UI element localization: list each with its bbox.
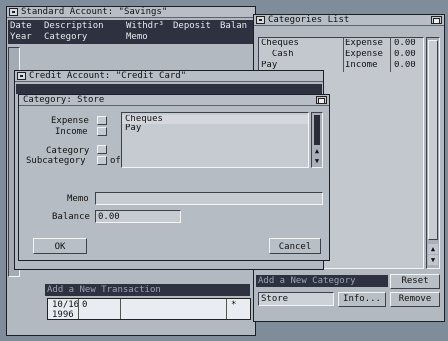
category-type: Income [345, 61, 378, 70]
category-name: Cash [261, 50, 294, 59]
income-checkbox[interactable] [97, 127, 107, 136]
parent-category-list[interactable]: Cheques Pay [121, 112, 309, 168]
column-description[interactable]: Description [44, 21, 104, 31]
entry-divider [120, 299, 121, 319]
expense-label: Expense [51, 116, 89, 126]
register-header: Date Description Withdr³ Deposit Balan Y… [8, 20, 254, 44]
column-divider [390, 38, 391, 72]
scroll-up-icon[interactable]: ▲ [312, 146, 322, 156]
column-date[interactable]: Date [10, 21, 32, 31]
credit-window-title: Credit Account: "Credit Card" [29, 71, 187, 81]
ok-button[interactable]: OK [33, 238, 87, 254]
categories-scrollbar[interactable]: ▲ ▼ [426, 37, 440, 269]
category-dialog-title: Category: Store [23, 95, 105, 105]
category-dialog: Category: Store Expense Income Category … [18, 94, 330, 261]
list-item[interactable]: Pay [122, 124, 308, 133]
column-category[interactable]: Category [44, 32, 87, 42]
credit-register-header [16, 84, 322, 94]
new-category-value: Store [261, 294, 289, 304]
savings-window-title: Standard Account: "Savings" [21, 7, 168, 17]
column-divider [343, 38, 344, 72]
entry-divider [226, 299, 227, 319]
new-transaction-bar: Add a New Transaction [45, 284, 250, 296]
add-category-bar: Add a New Category [256, 275, 388, 287]
expense-checkbox[interactable] [97, 116, 107, 125]
info-button[interactable]: Info... [338, 292, 386, 307]
scroll-thumb[interactable] [428, 40, 438, 240]
subcategory-checkbox[interactable] [97, 156, 107, 165]
cancel-button[interactable]: Cancel [269, 238, 321, 254]
category-label: Category [46, 146, 90, 156]
category-amount: 0.00 [394, 50, 416, 59]
new-category-input[interactable]: Store [258, 292, 334, 306]
column-withdrawal[interactable]: Withdr³ [126, 21, 164, 31]
column-year[interactable]: Year [10, 32, 32, 42]
memo-input[interactable] [95, 192, 323, 205]
category-dialog-titlebar[interactable]: Category: Store [19, 95, 329, 106]
list-item[interactable]: Cheques Expense 0.00 [259, 39, 423, 48]
entry-divider [78, 299, 79, 319]
balance-input[interactable]: 0.00 [95, 210, 181, 223]
income-label: Income [55, 127, 88, 137]
list-item-label: Cheques [125, 115, 163, 124]
category-type: Expense [345, 39, 383, 48]
category-amount: 0.00 [394, 61, 416, 70]
scroll-up-icon[interactable]: ▲ [428, 244, 438, 254]
add-category-label: Add a New Category [258, 276, 356, 286]
entry-year[interactable]: 1996 [52, 310, 74, 320]
remove-button[interactable]: Remove [390, 292, 440, 307]
of-label: of [110, 156, 121, 166]
credit-window-titlebar[interactable]: Credit Account: "Credit Card" [15, 71, 323, 82]
categories-window-titlebar[interactable]: Categories List [254, 15, 444, 26]
balance-value: 0.00 [98, 212, 120, 222]
entry-marker[interactable]: * [231, 300, 236, 310]
reset-button[interactable]: Reset [390, 274, 440, 289]
category-amount: 0.00 [394, 39, 416, 48]
category-name: Cheques [261, 39, 299, 48]
savings-window-titlebar[interactable]: Standard Account: "Savings" [7, 7, 255, 18]
list-item-label: Pay [125, 124, 142, 133]
scroll-thumb[interactable] [314, 115, 320, 145]
close-icon[interactable] [9, 8, 18, 16]
categories-window-title: Categories List [268, 15, 350, 25]
column-balance[interactable]: Balan [220, 21, 247, 31]
subcategory-label: Subcategory [26, 156, 86, 166]
category-checkbox[interactable] [97, 145, 107, 154]
list-item[interactable]: Cash Expense 0.00 [259, 50, 423, 59]
depth-icon[interactable] [316, 96, 327, 104]
close-icon[interactable] [256, 16, 265, 24]
column-memo[interactable]: Memo [126, 32, 148, 42]
column-deposit[interactable]: Deposit [173, 21, 211, 31]
depth-icon[interactable] [431, 16, 442, 24]
category-type: Expense [345, 50, 383, 59]
entry-date[interactable]: 10/16 [52, 300, 79, 310]
entry-number[interactable]: 0 [82, 300, 87, 310]
parent-category-scrollbar[interactable]: ▲ ▼ [311, 112, 323, 168]
memo-label: Memo [67, 194, 89, 204]
scroll-down-icon[interactable]: ▼ [312, 156, 322, 166]
list-item[interactable]: Cheques [122, 115, 308, 124]
balance-label: Balance [52, 212, 90, 222]
transaction-entry-row[interactable]: 10/16 1996 0 * [47, 298, 251, 320]
scroll-down-icon[interactable]: ▼ [428, 255, 438, 265]
close-icon[interactable] [17, 72, 26, 80]
list-item[interactable]: Pay Income 0.00 [259, 61, 423, 70]
category-name: Pay [261, 61, 278, 70]
new-transaction-label: Add a New Transaction [47, 285, 161, 295]
